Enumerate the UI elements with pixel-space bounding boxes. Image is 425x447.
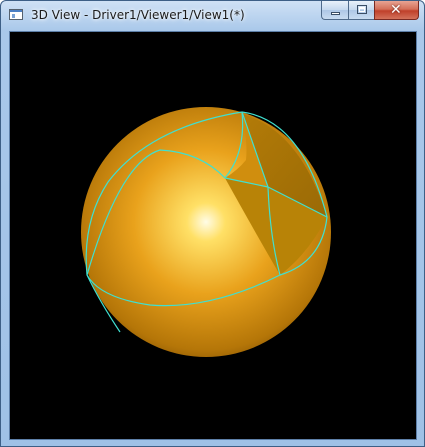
viewport-canvas [81,107,331,357]
close-icon: ✕ [390,2,402,18]
title-bar[interactable]: 3D View - Driver1/Viewer1/View1(*) ✕ [1,1,424,30]
caption-buttons: ✕ [321,1,419,20]
minimize-button[interactable] [321,1,348,20]
viewer-window: 3D View - Driver1/Viewer1/View1(*) ✕ [0,0,425,447]
window-title: 3D View - Driver1/Viewer1/View1(*) [31,8,245,22]
3d-viewport[interactable] [9,31,417,440]
maximize-icon [357,5,367,14]
maximize-button[interactable] [348,1,374,20]
minimize-icon [331,12,340,15]
window-app-icon[interactable] [9,9,23,20]
close-button[interactable]: ✕ [374,1,419,20]
